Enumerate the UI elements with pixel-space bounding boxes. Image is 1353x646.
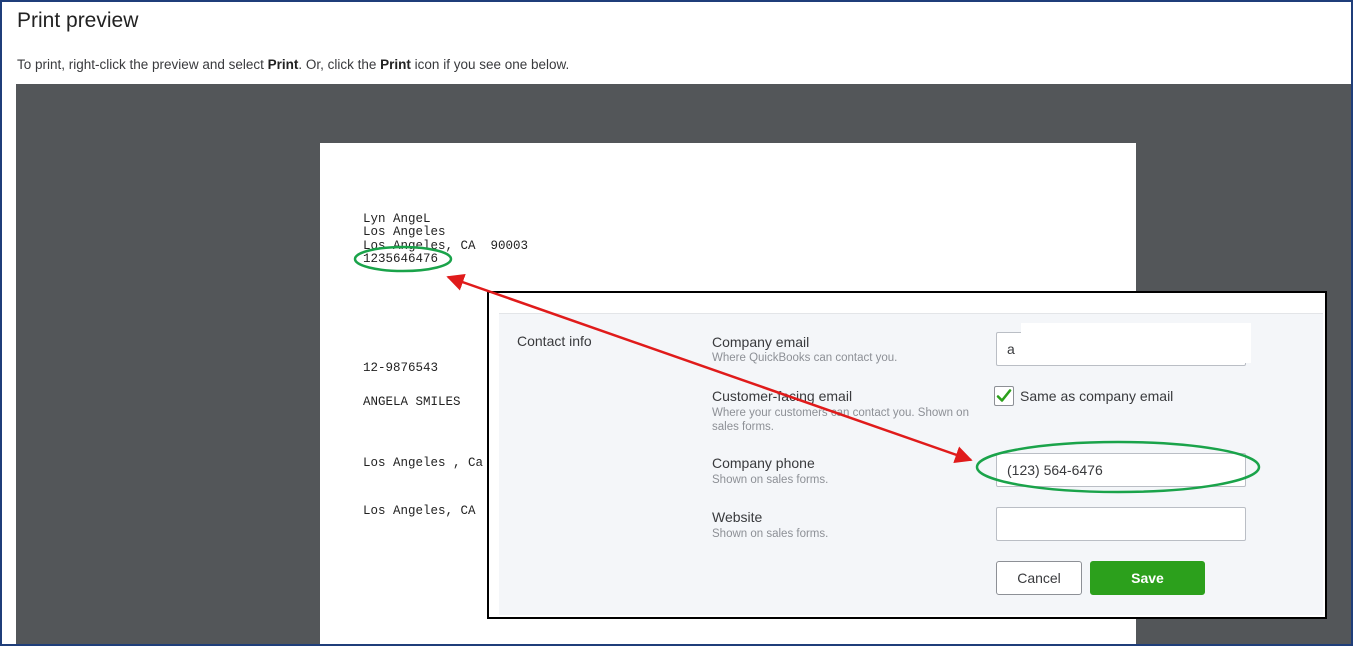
recipient-city-line: Los Angeles , Ca: [363, 456, 484, 470]
company-email-label: Company email: [712, 334, 810, 350]
section-label: Contact info: [517, 333, 592, 349]
checkmark-icon: [996, 389, 1012, 402]
contact-info-panel: Contact info Company email Where QuickBo…: [487, 291, 1327, 619]
page-title: Print preview: [17, 9, 139, 32]
company-phone-field[interactable]: (123) 564-6476: [996, 453, 1246, 487]
redaction-box: [1021, 323, 1251, 363]
website-hint: Shown on sales forms.: [712, 528, 829, 540]
contact-info-form: Contact info Company email Where QuickBo…: [499, 313, 1323, 615]
same-as-company-email-checkbox[interactable]: [994, 386, 1014, 406]
cancel-button[interactable]: Cancel: [996, 561, 1082, 595]
address-line-phone: 1235646476: [363, 252, 439, 266]
address-line-city: Los Angeles: [363, 225, 446, 239]
recipient-city-line-2: Los Angeles, CA: [363, 504, 476, 518]
website-field[interactable]: [996, 507, 1246, 541]
customer-email-hint: Where your customers can contact you. Sh…: [712, 407, 969, 433]
website-label: Website: [712, 509, 763, 525]
save-button[interactable]: Save: [1090, 561, 1205, 595]
company-email-hint: Where QuickBooks can contact you.: [712, 352, 898, 364]
recipient-name: ANGELA SMILES: [363, 395, 461, 409]
customer-email-label: Customer-facing email: [712, 388, 853, 404]
company-phone-hint: Shown on sales forms.: [712, 474, 829, 486]
print-instructions: To print, right-click the preview and se…: [17, 57, 570, 72]
same-as-company-email-label: Same as company email: [1020, 388, 1174, 404]
ein-number: 12-9876543: [363, 361, 439, 375]
company-phone-label: Company phone: [712, 455, 815, 471]
